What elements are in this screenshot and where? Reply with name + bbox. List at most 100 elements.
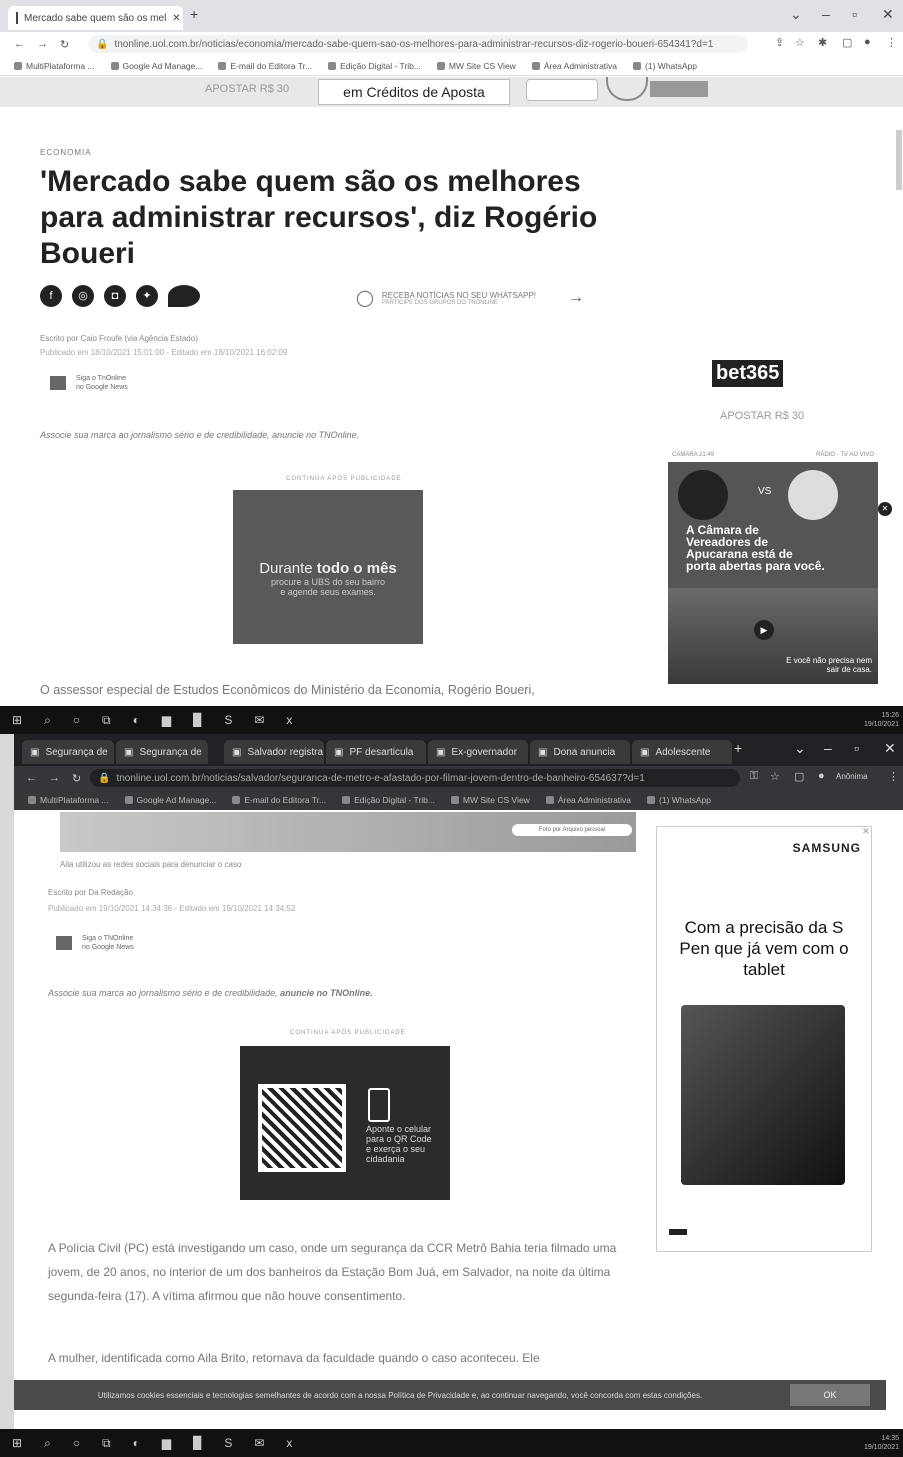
- bookmark-item[interactable]: Google Ad Manage...: [124, 795, 216, 805]
- bookmark-item[interactable]: Área Administrativa: [545, 795, 631, 805]
- cookie-ok-button[interactable]: OK: [790, 1384, 870, 1406]
- star-icon[interactable]: ☆: [770, 770, 780, 783]
- tab-item[interactable]: ▣ Ex-governador: [428, 740, 528, 764]
- taskview-icon[interactable]: ⧉: [102, 1436, 111, 1451]
- bookmark-item[interactable]: Área Administrativa: [531, 61, 617, 71]
- new-tab-icon[interactable]: +: [734, 740, 742, 756]
- clock[interactable]: 14:35 19/10/2021: [864, 1434, 899, 1452]
- bookmark-item[interactable]: E-mail do Editora Tr...: [218, 61, 312, 71]
- search-icon[interactable]: ⌕: [44, 1436, 51, 1451]
- whatsapp-icon[interactable]: ◎: [72, 285, 94, 307]
- google-news-link[interactable]: Siga o TnOnline no Google News: [50, 374, 128, 392]
- minimize-icon[interactable]: –: [822, 6, 830, 22]
- bookmark-item[interactable]: MultiPlataforma ...: [14, 61, 95, 71]
- bookmark-item[interactable]: (1) WhatsApp: [633, 61, 697, 71]
- bookmark-item[interactable]: Google Ad Manage...: [110, 61, 202, 71]
- files-icon[interactable]: ▆: [162, 713, 171, 727]
- tab-item[interactable]: ▣ Segurança de: [22, 740, 114, 764]
- comments-icon[interactable]: [168, 285, 200, 307]
- banner-button[interactable]: [526, 79, 598, 101]
- windows-start-icon[interactable]: ⊞: [12, 1436, 22, 1450]
- back-icon[interactable]: ←: [26, 772, 37, 784]
- tab-active[interactable]: Mercado sabe quem são os mel ✕: [8, 6, 183, 30]
- tab-item[interactable]: ▣ PF desarticula: [326, 740, 426, 764]
- app-icon[interactable]: ▉: [193, 713, 202, 727]
- camara-ad[interactable]: CAMARA 21:49 RÁDIO · TV AO VIVO VS A Câm…: [668, 448, 878, 684]
- reload-icon[interactable]: ↻: [60, 38, 69, 51]
- mail-icon[interactable]: ✉: [254, 713, 264, 727]
- key-icon[interactable]: ⚿: [750, 770, 758, 783]
- minimize-icon[interactable]: –: [824, 740, 832, 756]
- maximize-icon[interactable]: ▫: [852, 6, 857, 22]
- profile-label[interactable]: Anônima: [836, 772, 868, 781]
- whatsapp-cta[interactable]: ◯ RECEBA NOTÍCIAS NO SEU WHATSAPP! PARTI…: [356, 288, 584, 308]
- share-icon[interactable]: ⇪: [775, 36, 784, 49]
- bookmark-item[interactable]: Edição Digital - Trib...: [342, 795, 435, 805]
- bookmark-item[interactable]: MW Site CS View: [450, 795, 530, 805]
- tab-item[interactable]: ▣ Salvador registra: [224, 740, 324, 764]
- cortana-icon[interactable]: ○: [73, 1436, 80, 1450]
- facebook-icon[interactable]: f: [40, 285, 62, 307]
- edge-icon[interactable]: ◐: [133, 1436, 140, 1450]
- profile-icon[interactable]: ●: [864, 36, 871, 48]
- tab-search-icon[interactable]: ⌄: [790, 6, 802, 23]
- excel-icon[interactable]: x: [286, 1436, 292, 1450]
- bookmark-item[interactable]: (1) WhatsApp: [647, 795, 711, 805]
- files-icon[interactable]: ▆: [162, 1436, 171, 1450]
- maximize-icon[interactable]: ▫: [854, 740, 859, 756]
- address-bar[interactable]: 🔒 tnonline.uol.com.br/noticias/economia/…: [88, 35, 748, 53]
- scrollbar-thumb[interactable]: [896, 130, 902, 190]
- taskview-icon[interactable]: ⧉: [102, 713, 111, 728]
- search-icon[interactable]: ⌕: [44, 713, 51, 728]
- windows-start-icon[interactable]: ⊞: [12, 713, 22, 727]
- google-news-link[interactable]: Siga o TNOnline no Google News: [56, 934, 134, 952]
- close-window-icon[interactable]: ✕: [882, 6, 894, 23]
- close-ad-icon[interactable]: ✕: [878, 502, 892, 516]
- forward-icon[interactable]: →: [49, 772, 60, 784]
- skype-icon[interactable]: S: [224, 713, 232, 727]
- camara-tag: E você não precisa nem sair de casa.: [786, 656, 872, 674]
- sidepanel-icon[interactable]: ▢: [842, 36, 852, 49]
- qr-ad[interactable]: Aponte o celular para o QR Code e exerça…: [240, 1046, 450, 1200]
- tab-item[interactable]: ▣ Segurança de: [116, 740, 208, 764]
- top-ad-banner[interactable]: APOSTAR R$ 30 em Créditos de Aposta: [0, 77, 903, 107]
- edge-icon[interactable]: ◐: [133, 713, 140, 727]
- sidepanel-icon[interactable]: ▢: [794, 770, 804, 783]
- bookmark-item[interactable]: E-mail do Editora Tr...: [232, 795, 326, 805]
- bookmark-item[interactable]: MW Site CS View: [436, 61, 516, 71]
- tab-item[interactable]: ▣ Dona anuncia: [530, 740, 630, 764]
- new-tab-icon[interactable]: +: [190, 6, 198, 22]
- close-ad-icon[interactable]: ✕: [862, 826, 870, 837]
- instagram-icon[interactable]: ◘: [104, 285, 126, 307]
- extensions-icon[interactable]: ✱: [818, 36, 827, 49]
- associate-text[interactable]: Associe sua marca ao jornalismo sério e …: [40, 430, 359, 440]
- address-bar[interactable]: 🔒 tnonline.uol.com.br/noticias/salvador/…: [90, 769, 740, 787]
- close-tab-icon[interactable]: ✕: [172, 13, 180, 24]
- reload-icon[interactable]: ↻: [72, 772, 81, 785]
- app-icon[interactable]: ▉: [193, 1436, 202, 1450]
- menu-icon[interactable]: ⋮: [886, 36, 897, 49]
- incognito-icon[interactable]: ●: [818, 770, 825, 782]
- bet365-logo[interactable]: bet365: [712, 360, 784, 387]
- excel-icon[interactable]: x: [286, 713, 292, 727]
- bookmark-item[interactable]: MultiPlataforma ...: [28, 795, 109, 805]
- ubs-ad[interactable]: Durante todo o mês procure a UBS do seu …: [233, 490, 423, 644]
- twitter-icon[interactable]: ✦: [136, 285, 158, 307]
- samsung-ad[interactable]: SAMSUNG Com a precisão da S Pen que já v…: [656, 826, 872, 1252]
- close-window-icon[interactable]: ✕: [884, 740, 896, 757]
- clock[interactable]: 15:26 19/10/2021: [864, 711, 899, 729]
- tab-search-icon[interactable]: ⌄: [794, 740, 806, 757]
- star-icon[interactable]: ☆: [795, 36, 805, 49]
- banner-button-dark[interactable]: [650, 81, 708, 97]
- forward-icon[interactable]: →: [37, 38, 48, 50]
- skype-icon[interactable]: S: [224, 1436, 232, 1450]
- bookmark-item[interactable]: Edição Digital - Trib...: [328, 61, 421, 71]
- category-label[interactable]: ECONOMIA: [40, 148, 92, 157]
- play-icon[interactable]: ▶: [754, 620, 774, 640]
- associate-text[interactable]: Associe sua marca ao jornalismo sério e …: [48, 988, 373, 998]
- tab-item[interactable]: ▣ Adolescente: [632, 740, 732, 764]
- cortana-icon[interactable]: ○: [73, 713, 80, 727]
- back-icon[interactable]: ←: [14, 38, 25, 50]
- mail-icon[interactable]: ✉: [254, 1436, 264, 1450]
- menu-icon[interactable]: ⋮: [888, 770, 899, 783]
